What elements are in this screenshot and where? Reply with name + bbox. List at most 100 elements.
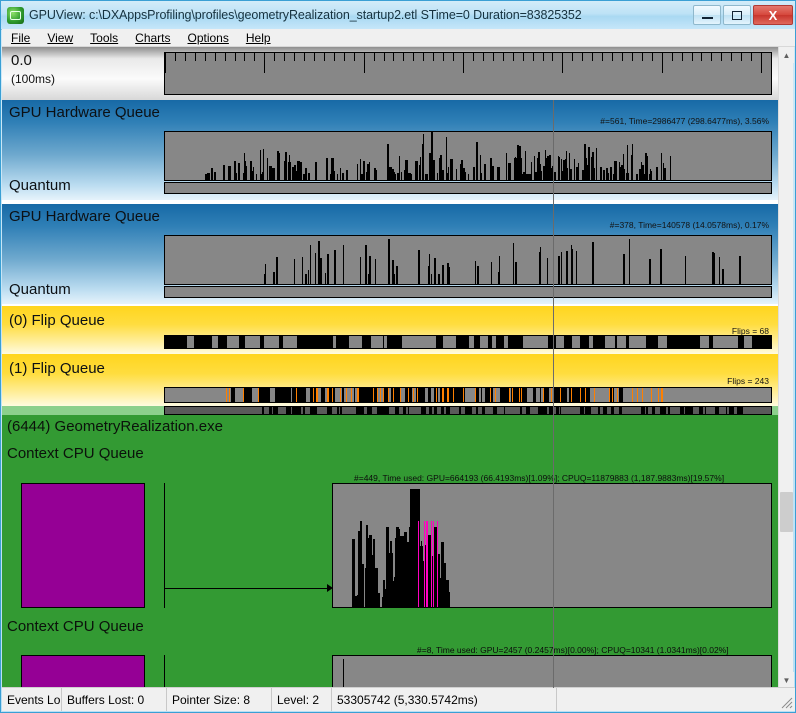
event-bar bbox=[600, 167, 602, 180]
ruler-minor-tick bbox=[473, 53, 474, 61]
queue-segment bbox=[367, 407, 368, 414]
track-context-cpu-queue-1[interactable] bbox=[332, 655, 772, 688]
event-bar bbox=[431, 274, 432, 284]
ruler-minor-tick bbox=[523, 53, 524, 61]
flip-segment bbox=[742, 388, 744, 402]
menu-options[interactable]: Options bbox=[188, 31, 229, 45]
resize-grip-icon[interactable] bbox=[775, 688, 795, 711]
context-device-block-0[interactable] bbox=[21, 483, 145, 608]
queue-segment bbox=[368, 407, 372, 414]
ruler-minor-tick bbox=[503, 53, 504, 61]
menu-help[interactable]: Help bbox=[246, 31, 271, 45]
event-bar bbox=[460, 164, 461, 180]
event-bar bbox=[574, 159, 575, 180]
flip-segment bbox=[414, 336, 424, 348]
row-stat-gpu-hw-queue-0: #=561, Time=2986477 (298.6477ms), 3.56% bbox=[600, 116, 769, 126]
flip-segment bbox=[752, 336, 761, 348]
minimize-button[interactable] bbox=[693, 5, 721, 25]
event-bar bbox=[343, 245, 344, 284]
ruler-major-tick bbox=[761, 53, 762, 73]
ruler-minor-tick bbox=[403, 53, 404, 61]
event-bar bbox=[360, 159, 361, 180]
event-bar bbox=[387, 588, 388, 607]
timeline-cursor[interactable] bbox=[553, 100, 554, 688]
row-gpu-hw-queue-0[interactable]: GPU Hardware Queue #=561, Time=2986477 (… bbox=[2, 100, 779, 200]
gpuview-window: GPUView: c:\DXAppsProfiling\profiles\geo… bbox=[0, 0, 796, 713]
queue-segment bbox=[611, 407, 614, 414]
flip-segment bbox=[523, 336, 531, 348]
event-bar bbox=[265, 264, 266, 284]
timeline-canvas[interactable]: 0.0 (100ms) GPU Hardware Queue #=561, Ti… bbox=[2, 47, 779, 688]
present-marker bbox=[617, 388, 618, 402]
flip-segment bbox=[744, 336, 752, 348]
track-gpu-hw-queue-1[interactable] bbox=[164, 235, 772, 285]
row-flip-queue-1[interactable]: (1) Flip Queue Flips = 243 bbox=[2, 354, 779, 406]
track-flip-queue-0[interactable] bbox=[164, 335, 772, 349]
event-bar bbox=[519, 146, 521, 180]
context-title-0: Context CPU Queue bbox=[7, 445, 144, 462]
ruler-scale bbox=[164, 52, 772, 95]
queue-segment bbox=[652, 407, 655, 414]
event-bar bbox=[362, 174, 364, 180]
ruler-minor-tick bbox=[384, 53, 385, 61]
scroll-down-icon[interactable]: ▼ bbox=[779, 672, 794, 688]
event-bar bbox=[245, 166, 247, 180]
present-marker bbox=[490, 388, 491, 402]
maximize-button[interactable] bbox=[723, 5, 751, 25]
event-bar bbox=[583, 170, 584, 180]
menu-options-label: Options bbox=[187, 30, 229, 45]
track-flip-queue-1[interactable] bbox=[164, 387, 772, 403]
event-bar bbox=[428, 596, 429, 607]
row-gpu-hw-queue-1[interactable]: GPU Hardware Queue #=378, Time=140578 (1… bbox=[2, 204, 779, 304]
event-bar bbox=[396, 597, 400, 607]
event-bar bbox=[576, 266, 577, 284]
event-bar bbox=[289, 155, 290, 180]
event-bar bbox=[425, 174, 428, 180]
event-bar bbox=[508, 163, 511, 180]
context-device-block-1[interactable] bbox=[21, 655, 145, 688]
event-bar bbox=[587, 165, 588, 180]
flip-segment bbox=[733, 388, 739, 402]
ruler-minor-tick bbox=[642, 53, 643, 61]
close-button[interactable]: X bbox=[753, 5, 793, 25]
row-flip-queue-0[interactable]: (0) Flip Queue Flips = 68 bbox=[2, 306, 779, 354]
present-marker bbox=[443, 388, 444, 402]
event-bar bbox=[491, 262, 492, 284]
app-logo-icon bbox=[7, 6, 24, 24]
event-bar bbox=[446, 137, 447, 180]
event-bar bbox=[305, 168, 307, 180]
flip-segment bbox=[629, 336, 636, 348]
flip-segment bbox=[245, 336, 252, 348]
event-bar bbox=[506, 153, 507, 180]
present-marker bbox=[400, 388, 401, 402]
menu-file[interactable]: File bbox=[11, 31, 30, 45]
ruler-minor-tick bbox=[413, 53, 414, 61]
present-marker bbox=[327, 388, 328, 402]
flip-segment bbox=[556, 336, 564, 348]
event-bar bbox=[446, 580, 449, 607]
flip-segment bbox=[531, 336, 538, 348]
event-bar bbox=[404, 589, 406, 607]
scroll-up-icon[interactable]: ▲ bbox=[779, 47, 794, 63]
ruler-minor-tick bbox=[493, 53, 494, 61]
track-quantum-1[interactable] bbox=[164, 286, 772, 298]
scroll-thumb[interactable] bbox=[780, 492, 793, 532]
event-bar bbox=[308, 173, 310, 180]
track-gpu-hw-queue-0[interactable] bbox=[164, 131, 772, 181]
event-bar bbox=[566, 151, 567, 180]
event-bar bbox=[649, 259, 651, 284]
vertical-scrollbar[interactable]: ▲ ▼ bbox=[778, 47, 794, 688]
flip-segment bbox=[178, 336, 187, 348]
ruler-unit-label: (100ms) bbox=[11, 72, 56, 86]
status-time: 53305742 (5,330.5742ms) bbox=[332, 688, 557, 711]
menu-charts[interactable]: Charts bbox=[135, 31, 170, 45]
process-block[interactable]: (6444) GeometryRealization.exe Context C… bbox=[2, 415, 779, 688]
ruler-minor-tick bbox=[682, 53, 683, 61]
flip-segment bbox=[690, 336, 700, 348]
track-context-cpu-queue-0[interactable] bbox=[332, 483, 772, 608]
event-bar bbox=[558, 156, 559, 180]
track-quantum-0[interactable] bbox=[164, 182, 772, 194]
menu-tools[interactable]: Tools bbox=[90, 31, 118, 45]
menu-view[interactable]: View bbox=[47, 31, 73, 45]
ruler-minor-tick bbox=[741, 53, 742, 61]
